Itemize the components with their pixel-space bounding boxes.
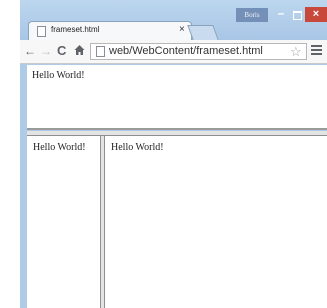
tab-frameset[interactable]: frameset.html ×: [28, 21, 192, 40]
url-text[interactable]: web/WebContent/frameset.html: [109, 45, 263, 57]
close-icon[interactable]: ×: [305, 7, 327, 22]
frame-text: Hello World!: [32, 70, 85, 81]
maximize-icon[interactable]: [290, 8, 304, 22]
top-frame: Hello World!: [27, 65, 327, 130]
page-icon: [96, 46, 105, 57]
back-arrow-icon[interactable]: ←: [24, 44, 36, 58]
title-bar: frameset.html × Boris – ×: [20, 0, 327, 40]
minimize-icon[interactable]: –: [274, 7, 288, 22]
menu-icon[interactable]: [311, 45, 322, 57]
page-icon: [37, 26, 46, 37]
right-frame: Hello World!: [105, 136, 327, 308]
user-profile-badge[interactable]: Boris: [236, 8, 268, 22]
tab-close-icon[interactable]: ×: [179, 24, 185, 35]
home-icon[interactable]: [74, 44, 85, 56]
browser-window: frameset.html × Boris – × ← → C web/WebC…: [20, 0, 327, 308]
left-frame: Hello World!: [27, 136, 101, 308]
tab-title: frameset.html: [51, 25, 100, 34]
frame-text: Hello World!: [33, 142, 86, 153]
reload-icon[interactable]: C: [57, 44, 66, 58]
new-tab-button[interactable]: [187, 25, 219, 40]
star-icon[interactable]: ☆: [290, 44, 302, 59]
browser-toolbar: ← → C web/WebContent/frameset.html ☆: [20, 40, 327, 64]
forward-arrow-icon[interactable]: →: [40, 44, 52, 58]
address-bar[interactable]: web/WebContent/frameset.html ☆: [90, 43, 307, 60]
frame-text: Hello World!: [111, 142, 164, 153]
